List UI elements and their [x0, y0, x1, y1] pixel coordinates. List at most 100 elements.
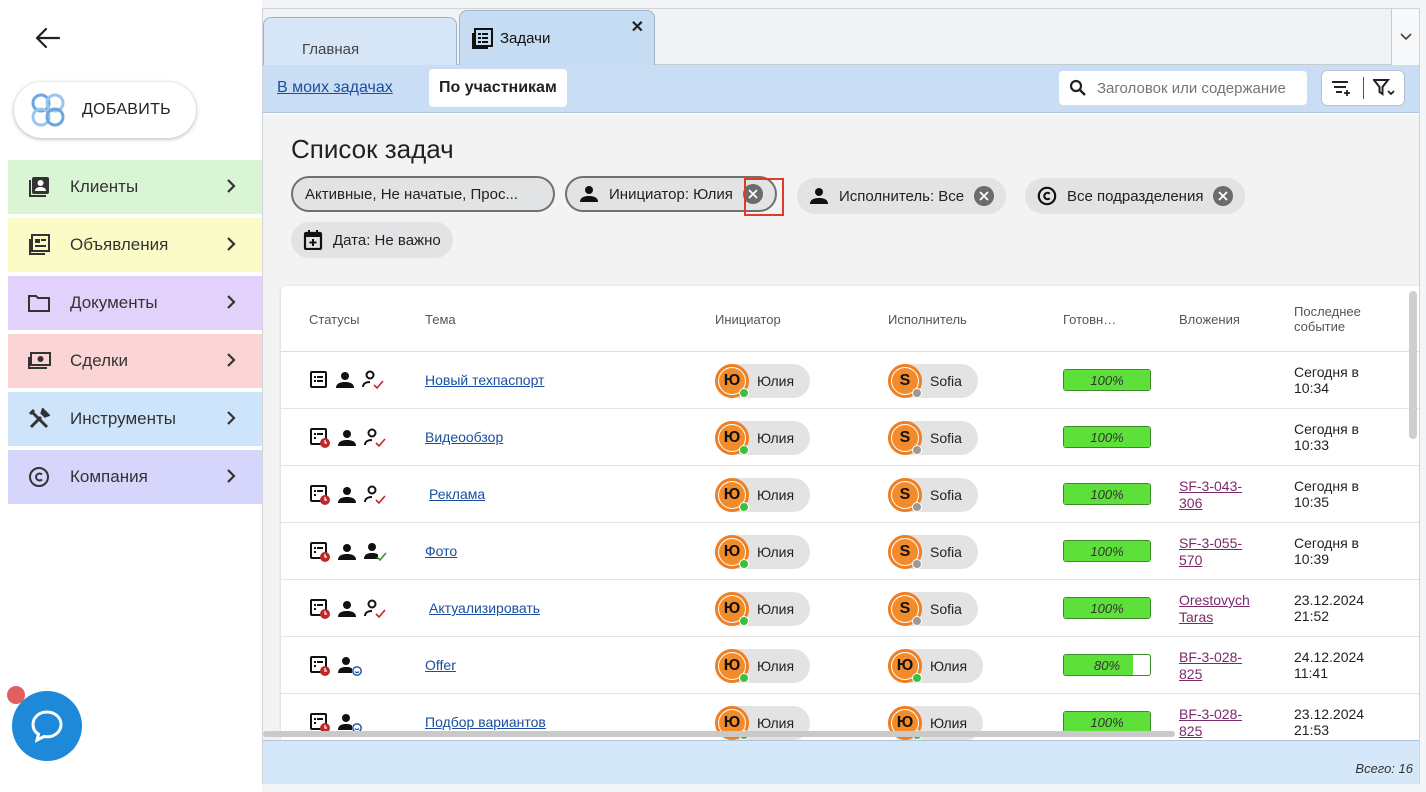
executor-accepted-icon — [364, 428, 386, 448]
column-header-executor[interactable]: Исполнитель — [888, 312, 967, 327]
search-icon — [1069, 79, 1086, 96]
progress-label: 100% — [1090, 486, 1124, 502]
person-name: Юлия — [930, 715, 968, 731]
avatar: Ю — [715, 649, 749, 683]
initiator-chip[interactable]: Ю Юлия — [715, 592, 811, 626]
executor-chip[interactable]: S Sofia — [888, 478, 978, 512]
attachment-link[interactable]: SF-3-055- 570 — [1179, 535, 1259, 569]
clear-filter-icon[interactable] — [1213, 186, 1234, 206]
attachment-link[interactable]: BF-3-028- 825 — [1179, 706, 1259, 740]
back-button[interactable] — [32, 22, 64, 54]
online-status-dot — [739, 559, 749, 569]
executor-chip[interactable]: S Sofia — [888, 535, 978, 569]
sidebar: ДОБАВИТЬ Клиенты Объявления Документы Сд… — [0, 0, 262, 792]
executor-chip[interactable]: Ю Юлия — [888, 649, 984, 683]
sidebar-item-clients[interactable]: Клиенты — [8, 160, 262, 214]
executor-self-icon — [338, 714, 362, 733]
close-icon[interactable]: ✕ — [631, 17, 644, 37]
attachment-link[interactable]: SF-3-043- 306 — [1179, 478, 1259, 512]
progress-label: 100% — [1090, 429, 1124, 445]
initiator-chip[interactable]: Ю Юлия — [715, 535, 811, 569]
column-header-ready[interactable]: Готовн… — [1063, 312, 1116, 327]
chevron-right-icon — [227, 179, 236, 193]
task-topic-link[interactable]: Фото — [425, 543, 457, 559]
table-row[interactable]: Offer Ю Юлия Ю Юлия 80% BF-3-028- 825 24.12.2024… — [281, 637, 1419, 694]
clear-filter-icon[interactable] — [974, 186, 995, 206]
date-filter-chip[interactable]: Дата: Не важно — [291, 222, 453, 258]
sidebar-item-deals[interactable]: Сделки — [8, 334, 262, 388]
attachment-line: Orestovych — [1179, 592, 1250, 608]
executor-chip[interactable]: S Sofia — [888, 592, 978, 626]
copyright-icon — [26, 464, 52, 490]
table-row[interactable]: Фото Ю Юлия S Sofia 100% SF-3-055- 570 Сегодня в… — [281, 523, 1419, 580]
sidebar-item-listings[interactable]: Объявления — [8, 218, 262, 272]
event-line: 23.12.2024 — [1294, 706, 1365, 722]
attachment-link[interactable]: Orestovych Taras — [1179, 592, 1259, 626]
horizontal-scrollbar[interactable] — [263, 731, 1175, 737]
executor-filter-chip[interactable]: Исполнитель: Все — [797, 178, 1007, 214]
initiator-person-icon — [338, 430, 356, 446]
executor-self-icon — [338, 657, 362, 676]
executor-chip[interactable]: S Sofia — [888, 421, 978, 455]
add-button[interactable]: ДОБАВИТЬ — [14, 82, 196, 138]
sidebar-item-tools[interactable]: Инструменты — [8, 392, 262, 446]
progress-bar: 100% — [1063, 597, 1151, 619]
executor-chip[interactable]: S Sofia — [888, 364, 978, 398]
sidebar-item-label: Сделки — [70, 351, 128, 370]
chat-button[interactable] — [12, 691, 82, 761]
attachment-link[interactable] — [1179, 421, 1259, 438]
online-status-dot — [912, 445, 922, 455]
event-line: 21:53 — [1294, 722, 1330, 738]
task-topic-link[interactable]: Реклама — [429, 486, 485, 502]
my-tasks-link[interactable]: В моих задачах — [277, 79, 393, 97]
attachment-line: SF-3-055- — [1179, 535, 1243, 551]
event-line: 10:34 — [1294, 380, 1330, 396]
person-name: Юлия — [757, 544, 795, 560]
filter-menu-button[interactable] — [1363, 71, 1404, 105]
column-header-statuses[interactable]: Статусы — [309, 312, 359, 327]
task-topic-link[interactable]: Видеообзор — [425, 429, 503, 445]
progress-label: 100% — [1090, 372, 1124, 388]
task-topic-link[interactable]: Актуализировать — [429, 600, 540, 616]
table-row[interactable]: Актуализировать Ю Юлия S Sofia 100% Orestovych… — [281, 580, 1419, 637]
initiator-person-icon — [338, 544, 356, 560]
table-row[interactable]: Видеообзор Ю Юлия S Sofia 100% Сегодня в 10:33 — [281, 409, 1419, 466]
initiator-chip[interactable]: Ю Юлия — [715, 478, 811, 512]
sidebar-item-company[interactable]: Компания — [8, 450, 262, 504]
column-header-initiator[interactable]: Инициатор — [715, 312, 781, 327]
attachment-link[interactable] — [1179, 364, 1259, 381]
status-filter-chip[interactable]: Активные, Не начатые, Прос... — [291, 176, 555, 212]
initiator-chip[interactable]: Ю Юлия — [715, 364, 811, 398]
progress-bar: 100% — [1063, 540, 1151, 562]
person-name: Sofia — [930, 601, 962, 617]
vertical-scrollbar[interactable] — [1409, 291, 1417, 439]
tab-home[interactable]: Главная — [263, 17, 457, 66]
departments-filter-chip[interactable]: Все подразделения — [1025, 178, 1246, 214]
highlight-box — [744, 178, 784, 216]
progress-bar: 100% — [1063, 426, 1151, 448]
initiator-chip[interactable]: Ю Юлия — [715, 649, 811, 683]
last-event: 23.12.2024 21:52 — [1294, 592, 1394, 624]
sidebar-item-documents[interactable]: Документы — [8, 276, 262, 330]
last-event: Сегодня в 10:34 — [1294, 364, 1394, 396]
person-name: Sofia — [930, 487, 962, 503]
person-icon — [579, 185, 599, 203]
column-header-attachments[interactable]: Вложения — [1179, 312, 1240, 327]
search-input[interactable] — [1097, 79, 1297, 97]
table-row[interactable]: Реклама Ю Юлия S Sofia 100% SF-3-043- 306 Сегодн… — [281, 466, 1419, 523]
task-topic-link[interactable]: Подбор вариантов — [425, 714, 546, 730]
column-header-last-event[interactable]: Последнее событие — [1294, 304, 1361, 334]
by-participants-tab[interactable]: По участникам — [429, 69, 567, 107]
add-filter-button[interactable] — [1322, 71, 1363, 105]
table-row[interactable]: Новый техпаспорт Ю Юлия S Sofia 100% Сегодня в… — [281, 352, 1419, 409]
chevron-right-icon — [227, 295, 236, 309]
initiator-chip[interactable]: Ю Юлия — [715, 421, 811, 455]
column-header-topic[interactable]: Тема — [425, 312, 456, 327]
task-topic-link[interactable]: Offer — [425, 657, 456, 673]
person-name: Sofia — [930, 430, 962, 446]
tab-tasks[interactable]: Задачи ✕ — [459, 10, 655, 66]
tab-list-dropdown[interactable] — [1391, 9, 1419, 65]
attachment-link[interactable]: BF-3-028- 825 — [1179, 649, 1259, 683]
progress-label: 100% — [1090, 714, 1124, 730]
task-topic-link[interactable]: Новый техпаспорт — [425, 372, 544, 388]
